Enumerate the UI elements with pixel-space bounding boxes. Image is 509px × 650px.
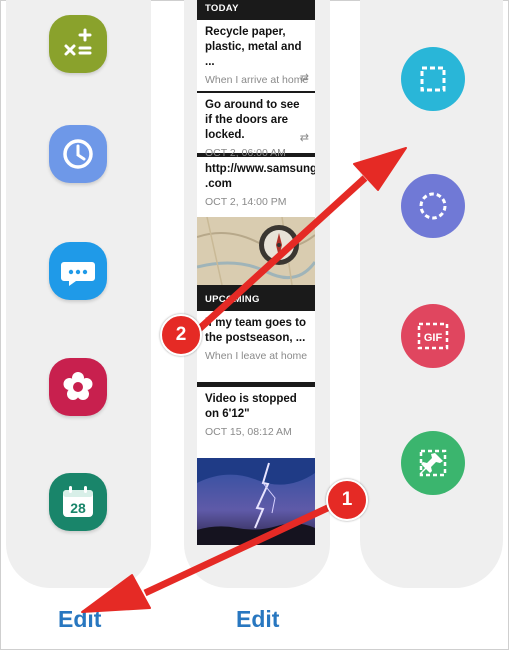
- annotation-arrows: [81, 147, 407, 613]
- callout-badge-1: 1: [326, 479, 368, 521]
- callout-badge-2: 2: [160, 314, 202, 356]
